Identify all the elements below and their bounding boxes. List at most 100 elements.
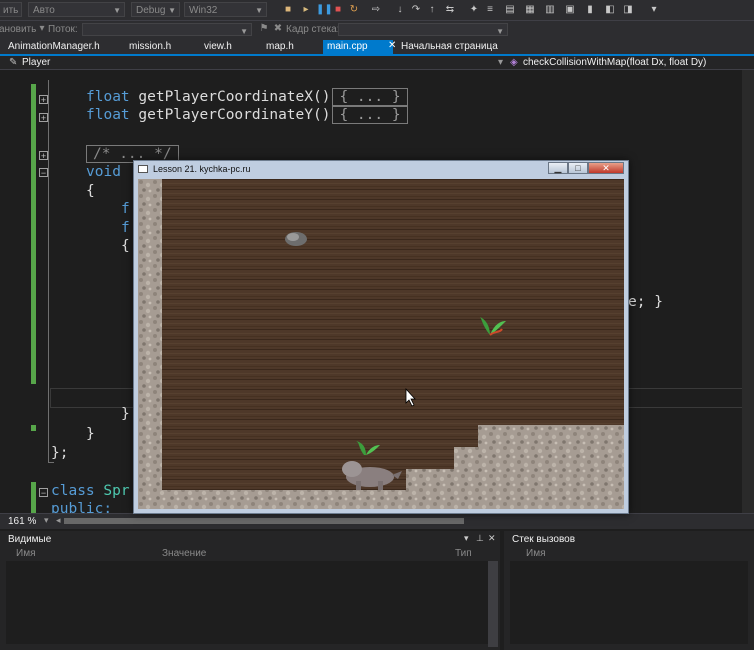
code-fragment-right: e; } <box>628 294 663 310</box>
hex-icon[interactable]: ⇆ <box>444 4 456 16</box>
document-tabs: AnimationManager.h mission.h view.h map.… <box>0 38 754 56</box>
game-window[interactable]: Lesson 21. kychka-pc.ru ▁ □ ✕ <box>133 160 629 514</box>
collapse-icon[interactable]: − <box>39 168 48 178</box>
show-next-statement-icon[interactable]: ⇨ <box>370 4 382 16</box>
code-line-class: class Spr <box>51 483 130 499</box>
code-line-close-inner: } <box>121 406 130 422</box>
zoom-level[interactable]: 161 % <box>8 516 36 527</box>
close-button[interactable]: ✕ <box>588 162 624 174</box>
flag-icon[interactable]: ⚑ <box>258 23 270 35</box>
stop-icon[interactable]: ■ <box>332 4 344 16</box>
config-debug-combo[interactable]: Debug ▼ <box>131 2 180 17</box>
restart-icon[interactable]: ↻ <box>348 4 360 16</box>
overflow-icon[interactable]: ▾ <box>648 4 660 16</box>
code-fragment: f <box>121 201 130 217</box>
editor-scrollbar[interactable] <box>742 70 754 513</box>
game-window-titlebar[interactable]: Lesson 21. kychka-pc.ru ▁ □ ✕ <box>134 161 628 178</box>
dropdown-icon[interactable]: ▾ <box>464 533 469 544</box>
code-line-brace: { <box>86 183 95 199</box>
scroll-left-icon[interactable]: ◂ <box>56 515 61 526</box>
stone-floor <box>138 490 624 509</box>
stop-label: ановить <box>0 24 37 35</box>
code-line-void: void <box>86 164 121 180</box>
threads-icon[interactable]: ≡ <box>484 4 496 16</box>
chevron-down-icon[interactable]: ▾ <box>44 515 49 526</box>
chevron-down-icon: ▼ <box>255 6 263 15</box>
step-out-icon[interactable]: ↑ <box>426 4 438 16</box>
expand-icon[interactable]: + <box>39 113 48 123</box>
bookmark-prev-icon[interactable]: ◧ <box>604 4 616 16</box>
callstack-list[interactable] <box>510 561 748 644</box>
chevron-down-icon: ▼ <box>168 6 176 15</box>
method-icon: ◈ <box>510 57 518 68</box>
code-line-gety: float getPlayerCoordinateY(){ ... } <box>86 106 408 124</box>
expand-icon[interactable]: + <box>39 95 48 105</box>
locals-title: Видимые <box>8 534 52 545</box>
chevron-down-icon[interactable]: ▾ <box>498 57 503 68</box>
stackframe-label: Кадр стека: <box>286 24 340 35</box>
tab-view[interactable]: view.h <box>204 40 232 54</box>
rock-sprite <box>285 232 307 246</box>
callstack-title: Стек вызовов <box>512 534 576 545</box>
app-icon <box>138 165 148 173</box>
attach-icon[interactable]: ▸ <box>300 4 312 16</box>
tab-map[interactable]: map.h <box>266 40 294 54</box>
class-scope-icon: ✎ <box>9 57 18 68</box>
tab-animationmanager[interactable]: AnimationManager.h <box>8 40 100 54</box>
chevron-down-icon: ▼ <box>113 6 121 15</box>
collapsed-block[interactable]: { ... } <box>332 106 408 124</box>
output-icon[interactable]: ▤ <box>504 4 516 16</box>
collapse-icon[interactable]: − <box>39 488 48 498</box>
toolbar: ить Авто ▼ Debug ▼ Win32 ▼ ■ ▸ ❚❚ ■ ↻ ⇨ ↓ ↷… <box>0 0 754 20</box>
watch-icon[interactable]: ▦ <box>524 4 536 16</box>
outline-guide <box>48 462 54 463</box>
game-window-title: Lesson 21. kychka-pc.ru <box>153 164 251 174</box>
navigation-bar: ✎ Player ▾ ◈ checkCollisionWithMap(float… <box>0 56 754 70</box>
stackframe-combo[interactable]: ▼ <box>338 23 508 36</box>
chevron-down-icon: ▼ <box>240 27 248 36</box>
maximize-button[interactable]: □ <box>568 162 588 174</box>
config-auto-combo[interactable]: Авто ▼ <box>28 2 125 17</box>
column-header-name[interactable]: Имя <box>526 548 545 559</box>
column-header-name[interactable]: Имя <box>16 548 35 559</box>
folder-icon[interactable]: ■ <box>282 4 294 16</box>
dropdown-icon[interactable]: ▾ <box>36 23 48 35</box>
scope-dropdown[interactable]: Player <box>22 57 50 68</box>
filter-icon[interactable]: ✖ <box>272 23 284 35</box>
close-icon[interactable]: ✕ <box>488 533 496 544</box>
step-over-icon[interactable]: ↷ <box>410 4 422 16</box>
member-dropdown[interactable]: checkCollisionWithMap(float Dx, float Dy… <box>523 57 706 68</box>
locals-list[interactable] <box>6 561 494 644</box>
collapsed-block[interactable]: { ... } <box>332 88 408 106</box>
column-header-value[interactable]: Значение <box>162 548 206 559</box>
code-fragment: { <box>121 238 130 254</box>
step-into-icon[interactable]: ↓ <box>394 4 406 16</box>
stone-wall-left <box>138 179 162 509</box>
game-scene <box>138 179 624 509</box>
debug-options-icon[interactable]: ✦ <box>468 4 480 16</box>
config-platform-combo[interactable]: Win32 ▼ <box>184 2 267 17</box>
bookmark-next-icon[interactable]: ◨ <box>622 4 634 16</box>
breakpoint-icon[interactable]: ▥ <box>544 4 556 16</box>
horizontal-scroll-thumb[interactable] <box>64 518 464 524</box>
thread-combo[interactable]: ▼ <box>82 23 252 36</box>
chevron-down-icon: ▼ <box>496 27 504 36</box>
tab-mission[interactable]: mission.h <box>129 40 171 54</box>
game-canvas[interactable] <box>138 179 624 509</box>
bookmark-icon[interactable]: ▮ <box>584 4 596 16</box>
change-indicator-bar <box>31 425 36 431</box>
thread-label: Поток: <box>48 24 78 35</box>
minimize-button[interactable]: ▁ <box>548 162 568 174</box>
pin-icon[interactable]: ⊥ <box>476 533 484 544</box>
callstack-panel: Стек вызовов Имя <box>504 531 754 650</box>
column-header-type[interactable]: Тип <box>455 548 472 559</box>
close-icon[interactable]: ✕ <box>388 40 396 51</box>
locals-scrollbar[interactable] <box>488 561 498 647</box>
tab-main-cpp[interactable]: main.cpp <box>323 40 393 54</box>
code-line-close-outer: } <box>86 426 95 442</box>
expand-icon[interactable]: + <box>39 151 48 161</box>
solution-platform-combo[interactable]: ить <box>0 2 22 17</box>
pause-icon[interactable]: ❚❚ <box>316 4 333 16</box>
pin-icon[interactable]: ▣ <box>564 4 576 16</box>
tab-start-page[interactable]: Начальная страница <box>401 40 498 54</box>
